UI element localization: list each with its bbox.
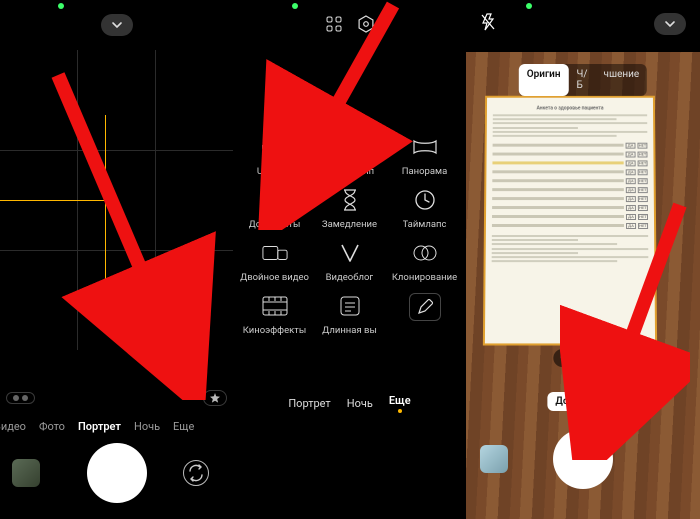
settings-icon[interactable] bbox=[357, 15, 375, 33]
mode-tile-documents[interactable]: Документы bbox=[237, 187, 312, 230]
mode-more-2[interactable]: Еще bbox=[389, 394, 411, 407]
zoom-controls[interactable]: 0.6 1X bbox=[553, 349, 612, 367]
right-filter-chip[interactable] bbox=[203, 390, 227, 406]
panorama-icon bbox=[412, 134, 438, 160]
document-icon bbox=[262, 187, 288, 213]
focus-crosshair-icon: + bbox=[112, 306, 120, 322]
timelapse-icon bbox=[412, 187, 438, 213]
close-mode-tag[interactable] bbox=[601, 393, 619, 411]
mode-night-2[interactable]: Ночь bbox=[347, 397, 373, 410]
extra-modes-grid: Ultra HD Ultra HD Видеоклип Панорама Док… bbox=[233, 48, 466, 344]
segment-enhance[interactable]: чшение bbox=[596, 64, 648, 96]
viewfinder-grid: + bbox=[0, 50, 233, 350]
flash-toggle[interactable] bbox=[480, 13, 496, 35]
mode-more[interactable]: Еще bbox=[173, 420, 194, 433]
chevron-down-icon bbox=[664, 18, 676, 30]
svg-text:Ultra HD: Ultra HD bbox=[262, 145, 288, 152]
zoom-0-6x[interactable]: 0.6 bbox=[553, 349, 580, 367]
camera-more-modes-panel: Ultra HD Ultra HD Видеоклип Панорама Док… bbox=[233, 0, 466, 519]
mode-tile-timelapse[interactable]: Таймлапс bbox=[387, 187, 462, 230]
modes-grid-icon[interactable] bbox=[325, 15, 343, 33]
film-effects-icon bbox=[262, 293, 288, 319]
dual-video-icon bbox=[262, 240, 288, 266]
shutter-button-3[interactable] bbox=[553, 429, 613, 489]
gallery-thumbnail[interactable] bbox=[12, 459, 40, 487]
mode-indicator-dot-2 bbox=[398, 409, 402, 413]
collapse-pill[interactable] bbox=[101, 14, 133, 36]
clone-icon bbox=[412, 240, 438, 266]
hourglass-icon bbox=[337, 187, 363, 213]
mode-tag-label: Докум bbox=[547, 392, 594, 411]
detected-document: Анкета о здоровье пациента ДАНЕТ ДАНЕТ Д… bbox=[483, 96, 657, 346]
mode-tile-film-effects[interactable]: Киноэффекты bbox=[237, 293, 312, 336]
chevron-down-icon bbox=[111, 19, 123, 31]
shutter-button[interactable] bbox=[87, 443, 147, 503]
vlog-icon bbox=[337, 240, 363, 266]
collapse-pill-3[interactable] bbox=[654, 13, 686, 35]
mode-tile-dual-video[interactable]: Двойное видео bbox=[237, 240, 312, 283]
mode-tile-ultra-hd[interactable]: Ultra HD Ultra HD bbox=[237, 134, 312, 177]
camera-main-panel: + Видео Фото Портрет Ночь Еще bbox=[0, 0, 233, 519]
segment-bw[interactable]: Ч/Б bbox=[569, 64, 596, 96]
document-title: Анкета о здоровье пациента bbox=[493, 106, 647, 112]
mode-tile-edit[interactable] bbox=[387, 293, 462, 336]
mode-tile-slowmo[interactable]: Замедление bbox=[312, 187, 387, 230]
document-scan-panel: Оригин Ч/Б чшение Анкета о здоровье паци… bbox=[466, 0, 700, 519]
gallery-thumbnail-3[interactable] bbox=[480, 445, 508, 473]
mode-tile-panorama[interactable]: Панорама bbox=[387, 134, 462, 177]
edit-icon bbox=[409, 293, 441, 321]
star-icon bbox=[210, 393, 220, 403]
left-zoom-chip[interactable] bbox=[6, 392, 35, 404]
play-circle-icon bbox=[337, 134, 363, 160]
mode-portrait-2[interactable]: Портрет bbox=[288, 397, 330, 410]
mode-video[interactable]: Видео bbox=[0, 420, 26, 433]
mode-photo[interactable]: Фото bbox=[39, 420, 65, 433]
mode-tile-videoclip[interactable]: Видеоклип bbox=[312, 134, 387, 177]
flash-off-icon bbox=[480, 13, 496, 31]
ultra-hd-icon: Ultra HD bbox=[262, 134, 288, 160]
switch-camera-icon bbox=[184, 461, 208, 485]
mode-portrait[interactable]: Портрет bbox=[78, 420, 121, 433]
segment-original[interactable]: Оригин bbox=[519, 64, 569, 96]
filter-segments[interactable]: Оригин Ч/Б чшение bbox=[519, 64, 647, 96]
mode-tile-long-exposure[interactable]: Длинная вы bbox=[312, 293, 387, 336]
zoom-1x[interactable]: 1X bbox=[588, 349, 613, 367]
switch-camera-button[interactable] bbox=[183, 460, 209, 486]
mode-night[interactable]: Ночь bbox=[134, 420, 160, 433]
close-icon bbox=[605, 397, 615, 407]
active-mode-tag: Докум bbox=[547, 392, 618, 411]
mode-strip-2[interactable]: Портрет Ночь Еще bbox=[233, 388, 466, 419]
mode-tile-clone[interactable]: Клонирование bbox=[387, 240, 462, 283]
long-exposure-icon bbox=[337, 293, 363, 319]
mode-tile-vlog[interactable]: Видеоблог bbox=[312, 240, 387, 283]
mode-strip[interactable]: Видео Фото Портрет Ночь Еще bbox=[0, 414, 233, 439]
